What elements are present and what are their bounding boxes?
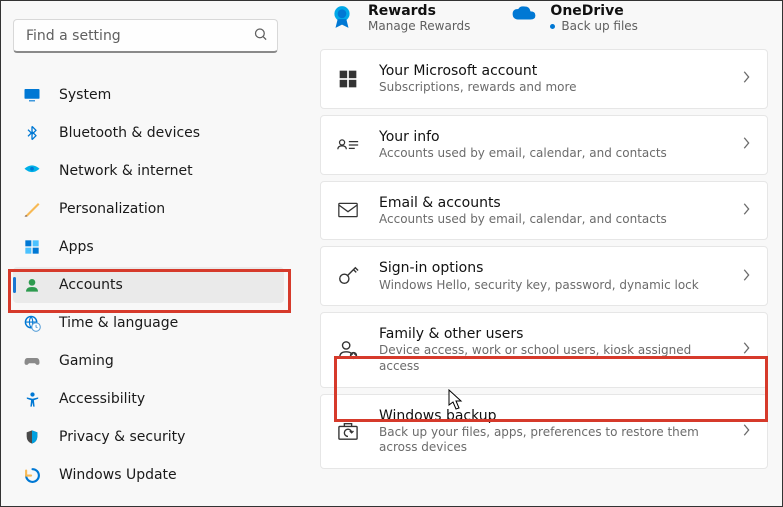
sidebar-item-time[interactable]: Time & language — [13, 305, 284, 341]
sidebar-item-apps[interactable]: Apps — [13, 229, 284, 265]
chevron-right-icon — [741, 422, 751, 441]
card-title: Windows backup — [379, 407, 721, 425]
sidebar-item-label: Time & language — [59, 315, 178, 331]
card-sub: Subscriptions, rewards and more — [379, 80, 721, 96]
monitor-icon — [23, 86, 41, 104]
sidebar-item-label: Accessibility — [59, 391, 145, 407]
sidebar-item-accessibility[interactable]: Accessibility — [13, 381, 284, 417]
windows-icon — [337, 69, 359, 89]
wifi-icon — [23, 162, 41, 180]
card-email-accounts[interactable]: Email & accounts Accounts used by email,… — [320, 181, 768, 241]
brush-icon — [23, 200, 41, 218]
header-card-title: Rewards — [368, 3, 470, 19]
sidebar-item-network[interactable]: Network & internet — [13, 153, 284, 189]
person-add-icon — [337, 339, 359, 361]
card-microsoft-account[interactable]: Your Microsoft account Subscriptions, re… — [320, 49, 768, 109]
shield-icon — [23, 428, 41, 446]
card-title: Your info — [379, 128, 721, 146]
card-signin-options[interactable]: Sign-in options Windows Hello, security … — [320, 246, 768, 306]
id-icon — [337, 136, 359, 154]
rewards-icon — [328, 3, 356, 31]
mail-icon — [337, 202, 359, 218]
header-card-title: OneDrive — [550, 3, 638, 19]
cloud-icon — [510, 3, 538, 31]
main-content: Rewards Manage Rewards OneDrive Back up … — [296, 1, 782, 506]
sidebar-item-label: Privacy & security — [59, 429, 185, 445]
chevron-right-icon — [741, 201, 751, 220]
nav-list: System Bluetooth & devices Network & int… — [13, 77, 284, 493]
status-dot-icon — [550, 24, 555, 29]
accessibility-icon — [23, 390, 41, 408]
search-icon — [253, 27, 268, 46]
sidebar-item-label: Network & internet — [59, 163, 193, 179]
key-icon — [337, 265, 359, 287]
header-card-rewards[interactable]: Rewards Manage Rewards — [328, 3, 470, 33]
gamepad-icon — [23, 352, 41, 370]
card-sub: Back up your files, apps, preferences to… — [379, 425, 721, 456]
card-sub: Accounts used by email, calendar, and co… — [379, 146, 721, 162]
card-title: Family & other users — [379, 325, 721, 343]
apps-icon — [23, 238, 41, 256]
sidebar-item-privacy[interactable]: Privacy & security — [13, 419, 284, 455]
chevron-right-icon — [741, 267, 751, 286]
sidebar-item-label: Apps — [59, 239, 94, 255]
card-family-other-users[interactable]: Family & other users Device access, work… — [320, 312, 768, 387]
chevron-right-icon — [741, 340, 751, 359]
card-your-info[interactable]: Your info Accounts used by email, calend… — [320, 115, 768, 175]
card-sub: Device access, work or school users, kio… — [379, 343, 721, 374]
header-card-sub: Manage Rewards — [368, 19, 470, 33]
sidebar-item-bluetooth[interactable]: Bluetooth & devices — [13, 115, 284, 151]
sidebar-item-accounts[interactable]: Accounts — [13, 267, 284, 303]
card-sub: Accounts used by email, calendar, and co… — [379, 212, 721, 228]
sidebar-item-update[interactable]: Windows Update — [13, 457, 284, 493]
header-card-sub: Back up files — [550, 19, 638, 33]
update-icon — [23, 466, 41, 484]
search-input[interactable] — [13, 19, 278, 53]
search-field[interactable] — [13, 19, 278, 53]
sidebar-item-label: Windows Update — [59, 467, 177, 483]
card-title: Email & accounts — [379, 194, 721, 212]
bluetooth-icon — [23, 124, 41, 142]
sidebar-item-personalization[interactable]: Personalization — [13, 191, 284, 227]
sidebar-item-gaming[interactable]: Gaming — [13, 343, 284, 379]
sidebar-item-label: Accounts — [59, 277, 123, 293]
backup-icon — [337, 421, 359, 441]
globe-clock-icon — [23, 314, 41, 332]
card-windows-backup[interactable]: Windows backup Back up your files, apps,… — [320, 394, 768, 469]
sidebar: System Bluetooth & devices Network & int… — [1, 1, 296, 506]
card-title: Your Microsoft account — [379, 62, 721, 80]
chevron-right-icon — [741, 69, 751, 88]
chevron-right-icon — [741, 135, 751, 154]
card-title: Sign-in options — [379, 259, 721, 277]
sidebar-item-label: Gaming — [59, 353, 114, 369]
card-sub: Windows Hello, security key, password, d… — [379, 278, 721, 294]
person-icon — [23, 276, 41, 294]
sidebar-item-system[interactable]: System — [13, 77, 284, 113]
header-card-onedrive[interactable]: OneDrive Back up files — [510, 3, 638, 33]
sidebar-item-label: Bluetooth & devices — [59, 125, 200, 141]
sidebar-item-label: Personalization — [59, 201, 165, 217]
sidebar-item-label: System — [59, 87, 111, 103]
